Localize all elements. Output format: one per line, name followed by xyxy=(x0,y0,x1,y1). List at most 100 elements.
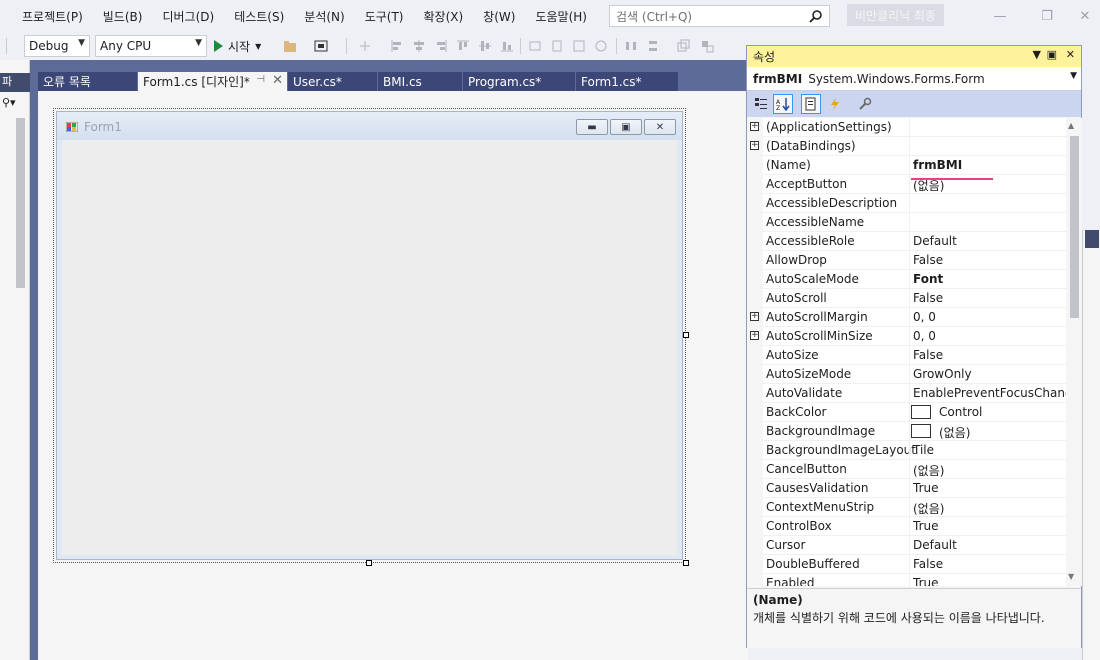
property-value[interactable]: (없음) xyxy=(913,500,944,517)
same-size-icon[interactable] xyxy=(572,39,586,53)
events-button[interactable] xyxy=(825,94,845,114)
property-value[interactable]: frmBMI xyxy=(913,158,962,172)
menu-item[interactable]: 창(W) xyxy=(473,8,525,25)
scroll-down-icon[interactable]: ▼ xyxy=(1068,572,1074,581)
maximize-icon[interactable]: ▣ xyxy=(1047,48,1057,61)
property-row[interactable]: BackgroundImage (없음) xyxy=(747,422,1066,441)
menu-item[interactable]: 빌드(B) xyxy=(93,8,153,25)
config-combo[interactable]: Debug ▼ xyxy=(24,35,90,57)
resize-handle-bottom[interactable] xyxy=(366,560,372,566)
property-row[interactable]: CausesValidation True xyxy=(747,479,1066,498)
property-pages-button[interactable] xyxy=(855,94,875,114)
expand-icon[interactable]: + xyxy=(750,312,759,321)
property-row[interactable]: AllowDrop False xyxy=(747,251,1066,270)
document-tab[interactable]: Program.cs* xyxy=(463,72,576,91)
left-strip-scrollbar[interactable] xyxy=(16,118,25,288)
align-top-icon[interactable] xyxy=(456,39,470,53)
document-tab[interactable]: Form1.cs [디자인]* ⊣ ✕ xyxy=(138,72,288,91)
property-value[interactable]: EnablePreventFocusChange xyxy=(913,386,1066,400)
dropdown-icon[interactable]: ▼ xyxy=(1033,48,1041,61)
property-value[interactable]: (없음) xyxy=(913,462,944,479)
document-tab[interactable]: Form1.cs* xyxy=(576,72,679,91)
property-row[interactable]: AccessibleRole Default xyxy=(747,232,1066,251)
align-middle-icon[interactable] xyxy=(478,39,492,53)
resize-handle-bottom-right[interactable] xyxy=(683,560,689,566)
property-row[interactable]: CancelButton (없음) xyxy=(747,460,1066,479)
bring-to-front-icon[interactable] xyxy=(676,39,690,53)
spacing-vertical-icon[interactable] xyxy=(646,39,660,53)
view-form-icon[interactable] xyxy=(314,39,328,53)
document-tab[interactable]: BMI.cs xyxy=(378,72,463,91)
align-right-icon[interactable] xyxy=(434,39,448,53)
property-value[interactable]: True xyxy=(913,519,939,533)
property-row[interactable]: AutoSizeMode GrowOnly xyxy=(747,365,1066,384)
property-value[interactable]: True xyxy=(913,481,939,495)
align-icon[interactable] xyxy=(358,39,372,53)
menu-item[interactable]: 도구(T) xyxy=(355,8,414,25)
menu-item[interactable]: 테스트(S) xyxy=(224,8,294,25)
property-value[interactable]: (없음) xyxy=(939,424,970,441)
property-value[interactable]: Font xyxy=(913,272,943,286)
scroll-up-icon[interactable]: ▲ xyxy=(1068,121,1074,130)
property-value[interactable]: False xyxy=(913,253,943,267)
property-value[interactable]: False xyxy=(913,557,943,571)
property-value[interactable]: Control xyxy=(939,405,982,419)
property-value[interactable]: Tile xyxy=(913,443,934,457)
property-row[interactable]: AccessibleName xyxy=(747,213,1066,232)
same-height-icon[interactable] xyxy=(550,39,564,53)
menu-item[interactable]: 확장(X) xyxy=(414,8,474,25)
property-row[interactable]: BackColor Control xyxy=(747,403,1066,422)
property-row[interactable]: BackgroundImageLayout Tile xyxy=(747,441,1066,460)
property-value[interactable]: Default xyxy=(913,538,957,552)
property-value[interactable]: 0, 0 xyxy=(913,310,936,324)
align-center-icon[interactable] xyxy=(412,39,426,53)
property-value[interactable]: False xyxy=(913,291,943,305)
close-icon[interactable]: ✕ xyxy=(272,73,283,88)
properties-view-button[interactable] xyxy=(801,94,821,114)
left-strip-header[interactable]: 파 xyxy=(0,73,30,92)
document-tab[interactable]: User.cs* xyxy=(288,72,378,91)
folder-icon[interactable] xyxy=(283,39,297,53)
scroll-thumb[interactable] xyxy=(1070,136,1079,318)
property-row[interactable]: + (DataBindings) xyxy=(747,137,1066,156)
close-window-button[interactable]: ✕ xyxy=(1070,6,1100,26)
property-row[interactable]: (Name) frmBMI xyxy=(747,156,1066,175)
property-value[interactable]: Default xyxy=(913,234,957,248)
search-icon[interactable] xyxy=(809,9,823,23)
property-value[interactable]: 0, 0 xyxy=(913,329,936,343)
size-to-grid-icon[interactable] xyxy=(594,39,608,53)
categorized-button[interactable] xyxy=(751,94,771,114)
property-row[interactable]: + (ApplicationSettings) xyxy=(747,118,1066,137)
property-value[interactable]: False xyxy=(913,348,943,362)
menu-item[interactable]: 도움말(H) xyxy=(525,8,597,25)
property-row[interactable]: AccessibleDescription xyxy=(747,194,1066,213)
form-client-area[interactable] xyxy=(62,140,677,555)
maximize-window-button[interactable]: ❐ xyxy=(1032,6,1062,26)
property-row[interactable]: Enabled True xyxy=(747,574,1066,586)
property-grid-scrollbar[interactable]: ▲ ▼ xyxy=(1066,118,1082,586)
object-selector[interactable]: frmBMI System.Windows.Forms.Form ▼ xyxy=(747,67,1081,91)
expand-icon[interactable]: + xyxy=(750,141,759,150)
resize-handle-right[interactable] xyxy=(683,332,689,338)
alphabetical-button[interactable]: AZ xyxy=(773,94,793,114)
property-value[interactable]: True xyxy=(913,576,939,586)
menu-item[interactable]: 프로젝트(P) xyxy=(0,8,93,25)
property-row[interactable]: + AutoScrollMargin 0, 0 xyxy=(747,308,1066,327)
platform-combo[interactable]: Any CPU ▼ xyxy=(95,35,207,57)
start-debug-button[interactable]: 시작 ▼ xyxy=(214,36,261,56)
align-left-icon[interactable] xyxy=(390,39,404,53)
search-input[interactable]: 검색 (Ctrl+Q) xyxy=(609,5,830,27)
expand-icon[interactable]: + xyxy=(750,122,759,131)
minimize-window-button[interactable]: — xyxy=(985,6,1015,26)
same-width-icon[interactable] xyxy=(528,39,542,53)
property-row[interactable]: ContextMenuStrip (없음) xyxy=(747,498,1066,517)
form-preview[interactable]: Form1 ▬ ▣ ✕ xyxy=(56,111,683,560)
property-row[interactable]: + AutoScrollMinSize 0, 0 xyxy=(747,327,1066,346)
property-row[interactable]: AutoScroll False xyxy=(747,289,1066,308)
property-row[interactable]: AcceptButton (없음) xyxy=(747,175,1066,194)
menu-item[interactable]: 디버그(D) xyxy=(152,8,224,25)
property-row[interactable]: AutoValidate EnablePreventFocusChange xyxy=(747,384,1066,403)
align-bottom-icon[interactable] xyxy=(500,39,514,53)
property-row[interactable]: Cursor Default xyxy=(747,536,1066,555)
search-icon[interactable]: ⚲▾ xyxy=(2,96,16,109)
